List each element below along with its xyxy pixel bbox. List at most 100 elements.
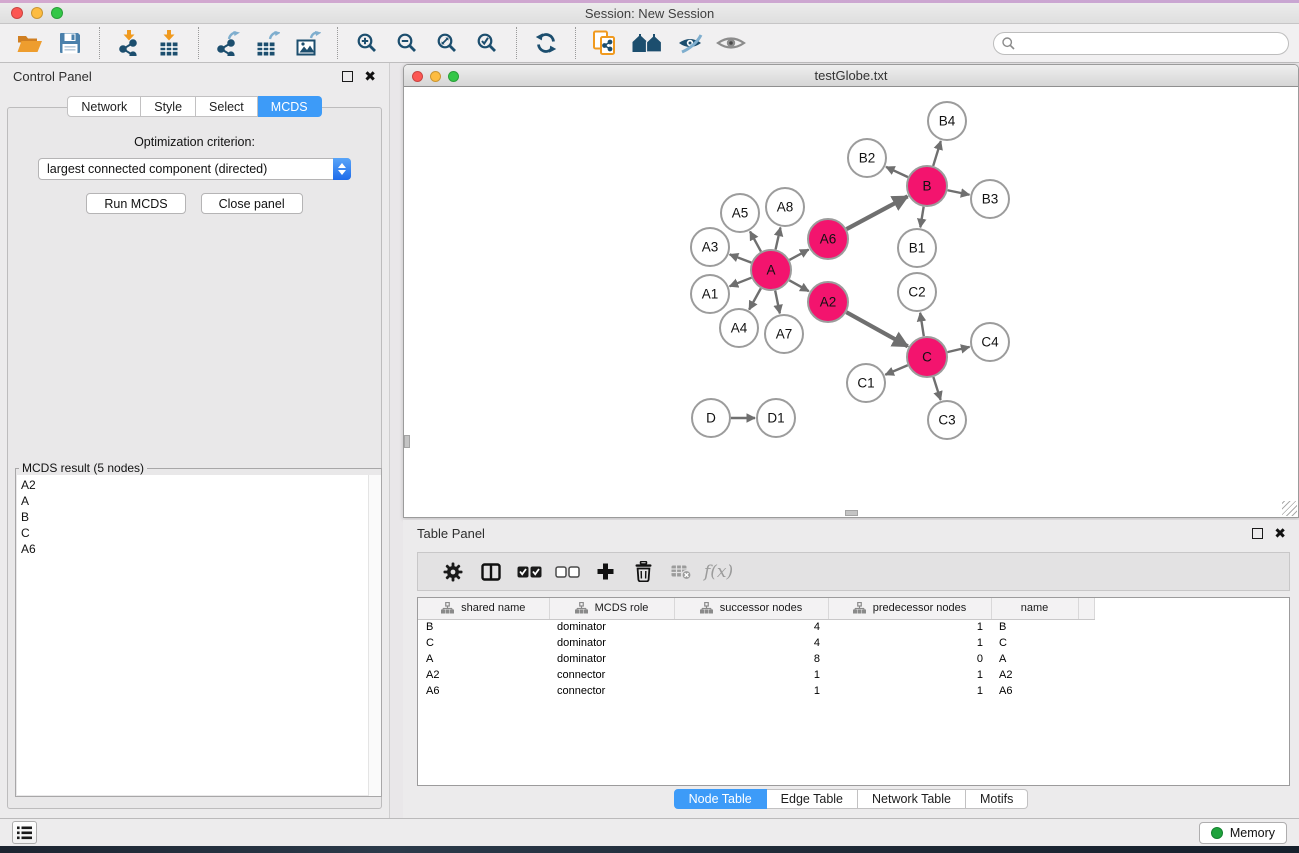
zoom-selected-icon[interactable] (470, 27, 504, 59)
graph-edge-B-B4[interactable] (933, 141, 941, 166)
graph-node-A2[interactable]: A2 (808, 282, 848, 322)
graph-edge-C-C4[interactable] (947, 347, 969, 352)
table-cell[interactable]: A2 (991, 667, 1078, 683)
table-cell[interactable]: 1 (674, 683, 828, 699)
search-field[interactable] (993, 32, 1289, 55)
graph-node-A5[interactable]: A5 (721, 194, 759, 232)
select-all-checkboxes-icon[interactable] (510, 556, 548, 588)
graph-edge-C-C1[interactable] (885, 365, 907, 375)
table-cell[interactable]: 4 (674, 635, 828, 651)
close-table-panel-icon[interactable]: ✖ (1274, 528, 1286, 539)
table-cell[interactable]: dominator (549, 651, 674, 667)
table-row[interactable]: Adominator80A (418, 651, 1094, 667)
settings-gear-icon[interactable] (434, 556, 472, 588)
graph-node-B[interactable]: B (907, 166, 947, 206)
graph-edge-A-A5[interactable] (750, 231, 761, 251)
duplicate-network-icon[interactable] (588, 27, 622, 59)
table-cell[interactable]: 1 (674, 667, 828, 683)
close-window-button[interactable] (11, 7, 23, 19)
tab-network[interactable]: Network (67, 96, 141, 117)
graph-node-A8[interactable]: A8 (766, 188, 804, 226)
table-cell[interactable]: A6 (418, 683, 549, 699)
tab-mcds[interactable]: MCDS (258, 96, 322, 117)
graph-node-B1[interactable]: B1 (898, 229, 936, 267)
network-zoom-button[interactable] (448, 71, 459, 82)
hide-selected-eye-slash-icon[interactable] (674, 27, 708, 59)
graph-node-B2[interactable]: B2 (848, 139, 886, 177)
graph-node-C2[interactable]: C2 (898, 273, 936, 311)
deselect-all-checkboxes-icon[interactable] (548, 556, 586, 588)
graph-edge-A-A4[interactable] (749, 288, 761, 309)
table-cell[interactable]: 1 (828, 635, 991, 651)
export-table-icon[interactable] (251, 27, 285, 59)
graph-node-A6[interactable]: A6 (808, 219, 848, 259)
minimize-window-button[interactable] (31, 7, 43, 19)
zoom-window-button[interactable] (51, 7, 63, 19)
graph-edge-B-B1[interactable] (920, 207, 923, 228)
table-header-row[interactable]: shared name MCDS role successor nodes (418, 598, 1094, 619)
graph-node-A1[interactable]: A1 (691, 275, 729, 313)
graph-node-C1[interactable]: C1 (847, 364, 885, 402)
table-cell[interactable]: 4 (674, 619, 828, 635)
network-window-titlebar[interactable]: testGlobe.txt (404, 65, 1298, 87)
graph-edge-A-A1[interactable] (730, 278, 752, 287)
close-panel-icon[interactable]: ✖ (364, 71, 376, 82)
run-mcds-button[interactable]: Run MCDS (86, 193, 185, 214)
table-cell[interactable]: A2 (418, 667, 549, 683)
mcds-result-item[interactable]: A6 (17, 541, 380, 557)
memory-button[interactable]: Memory (1199, 822, 1287, 844)
graph-node-D[interactable]: D (692, 399, 730, 437)
network-canvas[interactable]: B4B2BB3A5A8A6A3B1AA1C2A2A4A7C4CC1C3DD1 (404, 88, 1298, 517)
network-close-button[interactable] (412, 71, 423, 82)
canvas-horizontal-scrollbar[interactable] (845, 510, 858, 516)
graph-edge-A-A8[interactable] (776, 227, 781, 249)
table-cell[interactable]: 8 (674, 651, 828, 667)
table-row[interactable]: A2connector11A2 (418, 667, 1094, 683)
graph-node-B4[interactable]: B4 (928, 102, 966, 140)
graph-node-C3[interactable]: C3 (928, 401, 966, 439)
graph-node-A[interactable]: A (751, 250, 791, 290)
table-cell[interactable]: connector (549, 683, 674, 699)
import-table-icon[interactable] (152, 27, 186, 59)
network-graph[interactable]: B4B2BB3A5A8A6A3B1AA1C2A2A4A7C4CC1C3DD1 (404, 88, 1298, 518)
column-header-successor-nodes[interactable]: successor nodes (674, 598, 828, 619)
open-folder-icon[interactable] (13, 27, 47, 59)
table-cell[interactable]: connector (549, 667, 674, 683)
criterion-dropdown[interactable]: largest connected component (directed) (38, 158, 351, 180)
graph-edge-A6-B[interactable] (847, 196, 908, 229)
mcds-result-item[interactable]: B (17, 509, 380, 525)
table-cell[interactable]: dominator (549, 635, 674, 651)
column-header-predecessor-nodes[interactable]: predecessor nodes (828, 598, 991, 619)
mcds-result-item[interactable]: A (17, 493, 380, 509)
import-network-icon[interactable] (112, 27, 146, 59)
table-cell[interactable]: 1 (828, 667, 991, 683)
tab-motifs[interactable]: Motifs (966, 789, 1028, 809)
delete-trash-icon[interactable] (624, 556, 662, 588)
tab-node-table[interactable]: Node Table (674, 789, 767, 809)
add-column-plus-icon[interactable] (586, 556, 624, 588)
result-list-scrollbar[interactable] (368, 475, 381, 796)
graph-node-A3[interactable]: A3 (691, 228, 729, 266)
table-cell[interactable]: 0 (828, 651, 991, 667)
mcds-result-item[interactable]: A2 (17, 475, 380, 493)
zoom-in-icon[interactable] (350, 27, 384, 59)
task-history-button[interactable] (12, 821, 37, 844)
float-panel-icon[interactable] (342, 71, 353, 82)
graph-node-A4[interactable]: A4 (720, 309, 758, 347)
table-cell[interactable]: 1 (828, 619, 991, 635)
table-cell[interactable]: A (991, 651, 1078, 667)
table-row[interactable]: Cdominator41C (418, 635, 1094, 651)
tab-style[interactable]: Style (141, 96, 196, 117)
search-input[interactable] (1021, 37, 1280, 51)
graph-node-C[interactable]: C (907, 337, 947, 377)
network-minimize-button[interactable] (430, 71, 441, 82)
refresh-icon[interactable] (529, 27, 563, 59)
table-row[interactable]: Bdominator41B (418, 619, 1094, 635)
graph-edge-A-A6[interactable] (789, 250, 808, 260)
table-row[interactable]: A6connector11A6 (418, 683, 1094, 699)
tab-select[interactable]: Select (196, 96, 258, 117)
tab-edge-table[interactable]: Edge Table (767, 789, 858, 809)
graph-edge-A2-C[interactable] (846, 312, 907, 346)
window-resize-grip[interactable] (1282, 501, 1297, 516)
graph-edge-C-C2[interactable] (920, 313, 924, 336)
